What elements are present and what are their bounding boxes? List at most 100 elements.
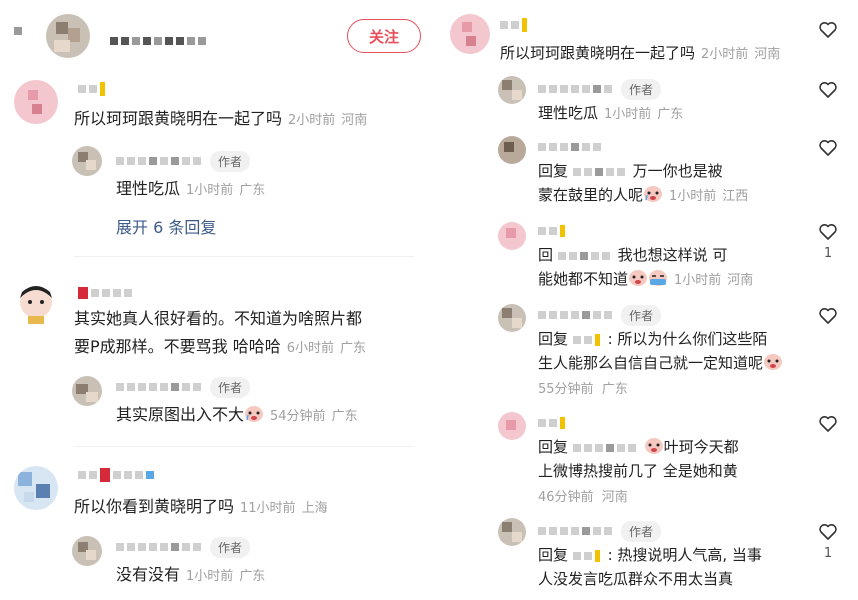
reply-time: 1小时前 [674, 273, 722, 288]
tearful-face-emoji [649, 270, 668, 286]
expand-replies-link[interactable]: 展开 6 条回复 [116, 214, 216, 238]
reply-body-cont: 能她都不知道 [538, 270, 629, 288]
reply-text-line1: 回复 : 热搜说明人气高, 当事 [538, 542, 762, 568]
comment-text-line2: 要P成那样。不要骂我 哈哈哈 6小时前 广东 [74, 334, 366, 362]
poster-name[interactable] [110, 30, 209, 49]
reply-avatar[interactable] [72, 536, 102, 566]
reply-text-line1: 回 我也想这样说 可 [538, 242, 727, 268]
reply-avatar[interactable] [498, 304, 526, 332]
heart-outline-icon[interactable] [818, 306, 838, 326]
comment-avatar[interactable] [450, 14, 490, 54]
reply-avatar[interactable] [498, 412, 526, 440]
comment-avatar[interactable] [14, 282, 58, 326]
reply-text-line2: 人没发言吃瓜群众不用太当真 [538, 566, 733, 592]
reply-meta: 55分钟前 广东 [538, 378, 628, 397]
reply-username[interactable] [538, 222, 568, 240]
author-tag: 作者 [210, 150, 251, 172]
reply-avatar[interactable] [498, 76, 526, 104]
comment-username[interactable] [78, 284, 135, 302]
reply-avatar[interactable] [72, 376, 102, 406]
comment-username[interactable] [78, 80, 108, 98]
heart-outline-icon[interactable] [818, 222, 838, 242]
reply-username[interactable] [538, 414, 568, 432]
author-tag: 作者 [621, 520, 662, 542]
reply-location: 广东 [239, 569, 266, 584]
heart-outline-icon[interactable] [818, 414, 838, 434]
author-tag: 作者 [210, 376, 251, 398]
reply-time: 46分钟前 [538, 490, 594, 505]
reply-time: 1小时前 [186, 183, 234, 198]
reply-body: 没有没有 [116, 565, 181, 584]
divider [74, 256, 414, 257]
reply-username[interactable]: 作者 [538, 78, 662, 100]
reply-username[interactable] [538, 138, 604, 156]
comment-time: 6小时前 [286, 341, 335, 356]
reply-body: : 所以为什么你们这些陌 [607, 330, 768, 348]
reply-avatar[interactable] [72, 146, 102, 176]
reply-username[interactable]: 作者 [538, 304, 662, 326]
reply-meta: 46分钟前 河南 [538, 486, 628, 505]
reply-text-line1: 回复 : 所以为什么你们这些陌 [538, 326, 767, 352]
comment-time: 11小时前 [240, 501, 296, 516]
reply-username[interactable]: 作者 [116, 150, 251, 172]
comment-text: 所以珂珂跟黄晓明在一起了吗 2小时前 河南 [74, 106, 367, 134]
crying-face-emoji [644, 186, 663, 202]
reply-avatar[interactable] [498, 518, 526, 546]
reply-avatar[interactable] [498, 136, 526, 164]
comment-username[interactable] [500, 16, 530, 34]
heart-outline-icon[interactable] [818, 138, 838, 158]
reply-prefix: 回复 [538, 546, 569, 564]
reply-text-line1: 回复 万一你也是被 [538, 158, 723, 184]
reply-time: 55分钟前 [538, 382, 594, 397]
reply-body: 理性吃瓜 [116, 179, 181, 198]
reply-username[interactable]: 作者 [116, 536, 251, 558]
like-count: 1 [823, 246, 833, 261]
author-tag: 作者 [621, 78, 662, 100]
reply-body: 其实原图出入不大 [116, 405, 245, 424]
comment-body: 所以珂珂跟黄晓明在一起了吗 [500, 44, 696, 62]
left-comment-panel: 关注 所以珂珂跟黄晓明在一起了吗 2小时前 河南 作者 理性吃瓜 1小时前 广东 展开 … [0, 0, 436, 600]
reply-body: 叶珂今天都 [663, 438, 739, 456]
comment-avatar[interactable] [14, 466, 58, 510]
comment-username[interactable] [78, 466, 157, 484]
author-tag: 作者 [210, 536, 251, 558]
reply-username[interactable]: 作者 [538, 520, 662, 542]
reply-body-cont: 蒙在鼓里的人呢 [538, 186, 644, 204]
heart-outline-icon[interactable] [818, 522, 838, 542]
reply-body-cont: 人没发言吃瓜群众不用太当真 [538, 570, 734, 588]
comment-body: 所以你看到黄晓明了吗 [74, 497, 235, 516]
reply-text-line2: 蒙在鼓里的人呢 1小时前 江西 [538, 182, 748, 210]
reply-location: 江西 [722, 189, 749, 204]
reply-username[interactable]: 作者 [116, 376, 251, 398]
reply-body: 理性吃瓜 [538, 104, 599, 122]
reply-body: 万一你也是被 [632, 162, 723, 180]
reply-prefix: 回复 [538, 438, 569, 456]
like-count: 1 [823, 546, 833, 561]
comment-avatar[interactable] [14, 80, 58, 124]
reply-text: 理性吃瓜 1小时前 广东 [538, 100, 683, 128]
reply-body-cont: 上微博热搜前几了 全是她和黄 [538, 462, 738, 480]
header-avatar[interactable] [14, 20, 25, 39]
reply-text-line1: 回复 叶珂今天都 [538, 434, 739, 460]
reply-location: 河南 [601, 490, 628, 505]
crying-face-emoji [764, 354, 783, 370]
reply-prefix: 回 [538, 246, 554, 264]
reply-text: 其实原图出入不大 54分钟前 广东 [116, 402, 358, 430]
reply-avatar[interactable] [498, 222, 526, 250]
heart-outline-icon[interactable] [818, 80, 838, 100]
crying-face-emoji [629, 270, 648, 286]
reply-location: 广东 [601, 382, 628, 397]
comment-location: 上海 [301, 501, 328, 516]
reply-text: 理性吃瓜 1小时前 广东 [116, 176, 265, 204]
reply-location: 广东 [239, 183, 266, 198]
heart-outline-icon[interactable] [818, 20, 838, 40]
crying-face-emoji [644, 438, 663, 454]
comment-location: 河南 [754, 47, 781, 62]
poster-avatar[interactable] [46, 14, 90, 58]
reply-text-line2: 生人能那么自信自己就一定知道呢 [538, 350, 783, 376]
follow-button[interactable]: 关注 [347, 19, 421, 53]
crying-face-emoji [245, 406, 264, 422]
reply-location: 河南 [727, 273, 754, 288]
right-replies-panel: 所以珂珂跟黄晓明在一起了吗 2小时前 河南 作者 理性吃瓜 1小时前 广东 回复 万一你… [446, 0, 858, 600]
comment-body: 所以珂珂跟黄晓明在一起了吗 [74, 109, 283, 128]
